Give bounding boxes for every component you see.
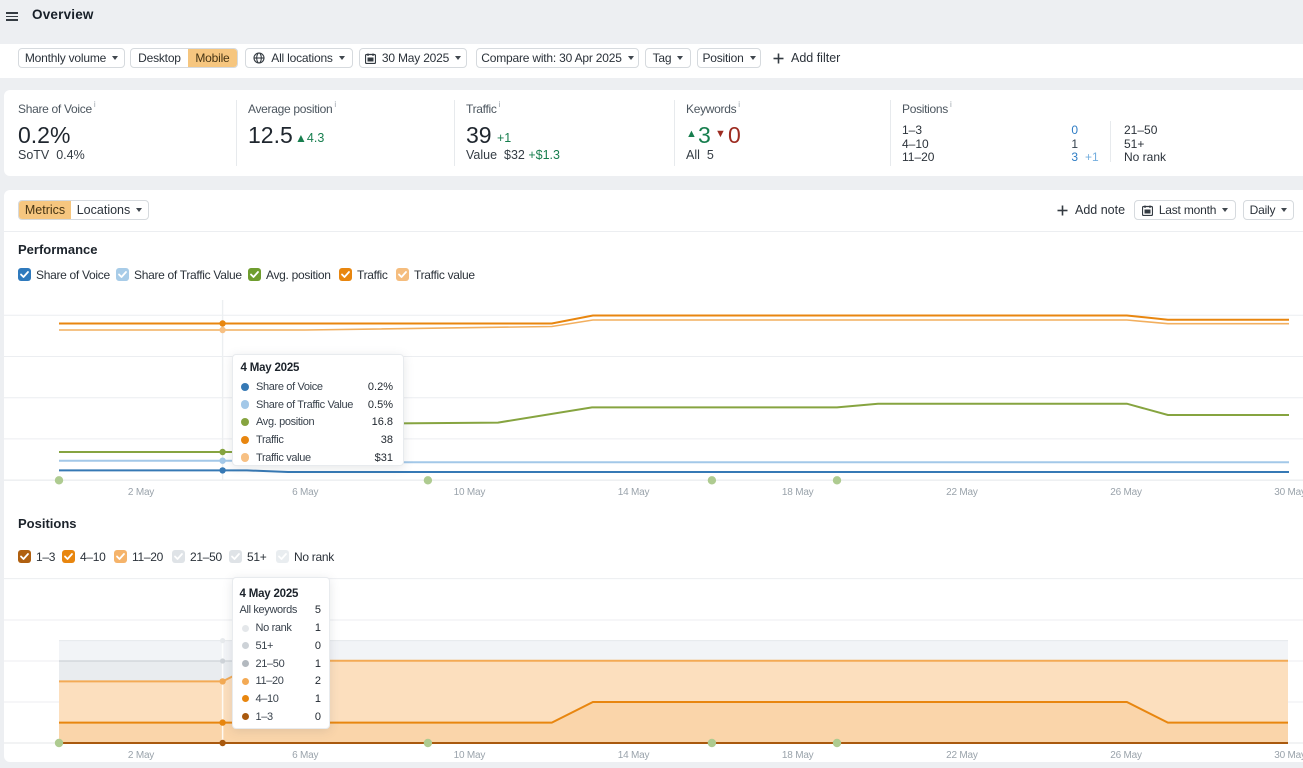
- svg-text:22 May: 22 May: [946, 487, 978, 498]
- svg-text:26 May: 26 May: [1110, 487, 1142, 498]
- svg-text:18 May: 18 May: [782, 750, 814, 761]
- svg-text:30 May: 30 May: [1274, 750, 1303, 761]
- svg-text:10 May: 10 May: [454, 750, 486, 761]
- svg-text:22 May: 22 May: [946, 750, 978, 761]
- svg-text:6 May: 6 May: [292, 750, 318, 761]
- svg-text:14 May: 14 May: [618, 487, 650, 498]
- svg-text:6 May: 6 May: [292, 487, 318, 498]
- svg-text:26 May: 26 May: [1110, 750, 1142, 761]
- svg-text:10 May: 10 May: [454, 487, 486, 498]
- svg-text:14 May: 14 May: [618, 750, 650, 761]
- svg-text:18 May: 18 May: [782, 487, 814, 498]
- svg-text:2 May: 2 May: [128, 487, 154, 498]
- svg-text:2 May: 2 May: [128, 750, 154, 761]
- svg-text:30 May: 30 May: [1274, 487, 1303, 498]
